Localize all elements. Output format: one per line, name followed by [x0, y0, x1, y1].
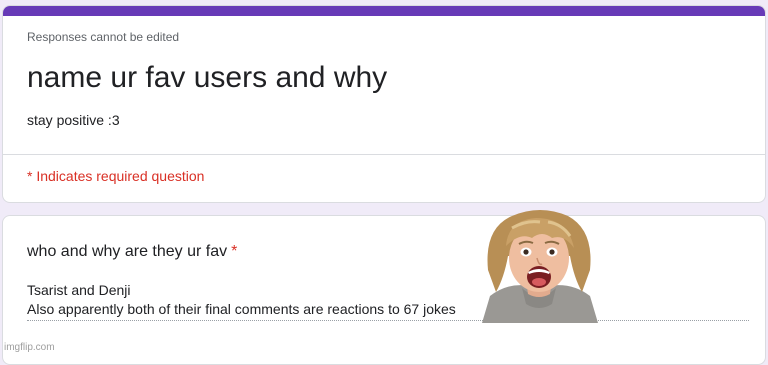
accent-bar — [3, 6, 765, 16]
form-header-card: Responses cannot be edited name ur fav u… — [2, 5, 766, 203]
question-title-text: who and why are they ur fav — [27, 243, 228, 260]
excited-kid-photo — [478, 208, 600, 323]
answer-underline — [27, 320, 749, 321]
photo-drawing — [482, 210, 598, 323]
form-description: stay positive :3 — [27, 112, 120, 128]
form-title: name ur fav users and why — [27, 61, 388, 94]
imgflip-watermark: imgflip.com — [4, 342, 55, 353]
header-divider — [3, 154, 765, 155]
question-title: who and why are they ur fav * — [27, 243, 237, 261]
required-note: * Indicates required question — [27, 168, 205, 184]
answer-line-1: Tsarist and Denji — [27, 282, 131, 298]
required-asterisk: * — [231, 243, 238, 260]
responses-notice: Responses cannot be edited — [27, 30, 180, 44]
answer-line-2: Also apparently both of their final comm… — [27, 301, 456, 317]
question-card: who and why are they ur fav * Tsarist and… — [2, 215, 766, 365]
